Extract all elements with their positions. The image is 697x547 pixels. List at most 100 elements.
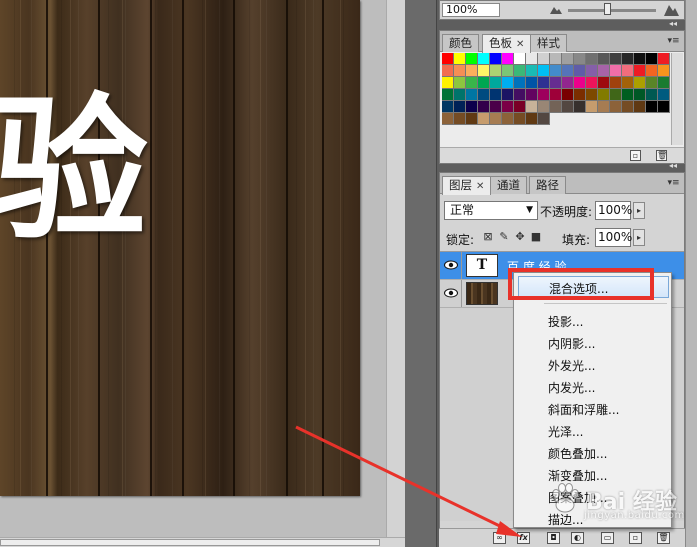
color-swatch[interactable]	[514, 65, 526, 77]
color-swatch[interactable]	[634, 53, 646, 65]
color-swatch[interactable]	[478, 101, 490, 113]
color-swatch[interactable]	[442, 53, 454, 65]
color-swatch[interactable]	[478, 53, 490, 65]
color-swatch[interactable]	[538, 53, 550, 65]
color-swatch[interactable]	[502, 65, 514, 77]
link-layers-icon[interactable]: ∞	[493, 532, 506, 544]
fill-slider-arrow-icon[interactable]: ▸	[633, 229, 645, 246]
color-swatch[interactable]	[454, 89, 466, 101]
tab-layers[interactable]: 图层 ✕	[442, 176, 492, 195]
color-swatch[interactable]	[586, 77, 598, 89]
menu-item-outer-glow[interactable]: 外发光...	[548, 357, 595, 374]
color-swatch[interactable]	[622, 65, 634, 77]
color-swatch[interactable]	[442, 65, 454, 77]
panel-menu-icon[interactable]: ▾≡	[667, 177, 680, 189]
color-swatch[interactable]	[610, 101, 622, 113]
color-swatch[interactable]	[454, 77, 466, 89]
color-swatch[interactable]	[502, 53, 514, 65]
color-swatch[interactable]	[658, 53, 670, 65]
blend-mode-select[interactable]: 正常 ▼	[444, 201, 538, 220]
color-swatch[interactable]	[454, 113, 466, 125]
fx-layer-style-icon[interactable]: fx	[517, 532, 530, 544]
new-layer-icon[interactable]: ▫	[629, 532, 642, 544]
tab-color[interactable]: 颜色	[442, 34, 479, 52]
color-swatch[interactable]	[562, 77, 574, 89]
color-swatch[interactable]	[466, 113, 478, 125]
lock-transparent-pixels-icon[interactable]: ⊠	[482, 231, 494, 243]
menu-item-satin[interactable]: 光泽...	[548, 423, 583, 440]
color-swatch[interactable]	[634, 101, 646, 113]
color-swatch[interactable]	[550, 101, 562, 113]
color-swatch[interactable]	[514, 77, 526, 89]
tab-paths[interactable]: 路径	[529, 176, 566, 194]
color-swatch[interactable]	[466, 77, 478, 89]
lock-position-icon[interactable]: ✥	[514, 231, 526, 243]
color-swatch[interactable]	[490, 89, 502, 101]
color-swatch[interactable]	[526, 53, 538, 65]
new-group-icon[interactable]: ▭	[601, 532, 614, 544]
panel-menu-icon[interactable]: ▾≡	[667, 35, 680, 47]
document-canvas-area[interactable]: 验	[0, 0, 405, 547]
color-swatch[interactable]	[586, 65, 598, 77]
fill-field[interactable]: 100%	[595, 228, 632, 247]
visibility-toggle[interactable]	[440, 252, 462, 279]
color-swatch[interactable]	[538, 101, 550, 113]
menu-item-drop-shadow[interactable]: 投影...	[548, 313, 583, 330]
color-swatch[interactable]	[502, 89, 514, 101]
color-swatch[interactable]	[658, 101, 670, 113]
color-swatch[interactable]	[622, 53, 634, 65]
color-swatch[interactable]	[562, 101, 574, 113]
color-swatch[interactable]	[538, 65, 550, 77]
color-swatch[interactable]	[646, 65, 658, 77]
color-swatch[interactable]	[490, 101, 502, 113]
color-swatch[interactable]	[634, 89, 646, 101]
zoom-level-field[interactable]: 100%	[442, 3, 500, 17]
color-swatch[interactable]	[658, 89, 670, 101]
color-swatch[interactable]	[526, 65, 538, 77]
color-swatch[interactable]	[634, 65, 646, 77]
zoom-slider-thumb[interactable]	[604, 3, 611, 15]
color-swatch[interactable]	[442, 113, 454, 125]
color-swatch[interactable]	[490, 53, 502, 65]
color-swatch[interactable]	[490, 113, 502, 125]
color-swatch[interactable]	[586, 101, 598, 113]
color-swatch[interactable]	[466, 65, 478, 77]
color-swatch[interactable]	[478, 77, 490, 89]
color-swatch[interactable]	[610, 65, 622, 77]
tab-channels[interactable]: 通道	[490, 176, 527, 194]
color-swatch[interactable]	[574, 65, 586, 77]
wood-texture-document[interactable]: 验	[0, 0, 360, 496]
color-swatch[interactable]	[514, 89, 526, 101]
color-swatch[interactable]	[586, 89, 598, 101]
menu-item-inner-glow[interactable]: 内发光...	[548, 379, 595, 396]
color-swatch[interactable]	[646, 77, 658, 89]
opacity-field[interactable]: 100%	[595, 201, 632, 220]
color-swatch[interactable]	[502, 101, 514, 113]
color-swatch[interactable]	[598, 89, 610, 101]
color-swatch[interactable]	[658, 65, 670, 77]
opacity-slider-arrow-icon[interactable]: ▸	[633, 202, 645, 219]
panel-collapse-icon[interactable]: ◂◂	[666, 161, 680, 171]
color-swatch[interactable]	[586, 53, 598, 65]
color-swatch[interactable]	[454, 53, 466, 65]
color-swatch[interactable]	[550, 77, 562, 89]
panel-collapse-icon[interactable]: ◂◂	[666, 19, 680, 29]
new-swatch-icon[interactable]: ▫	[630, 150, 641, 161]
color-swatch[interactable]	[562, 89, 574, 101]
color-swatch[interactable]	[622, 101, 634, 113]
color-swatch[interactable]	[610, 53, 622, 65]
menu-item-inner-shadow[interactable]: 内阴影...	[548, 335, 595, 352]
color-swatch[interactable]	[622, 89, 634, 101]
close-icon[interactable]: ✕	[476, 178, 484, 195]
lock-all-icon[interactable]: ■	[530, 231, 542, 243]
color-swatch[interactable]	[514, 53, 526, 65]
visibility-toggle[interactable]	[440, 280, 462, 307]
color-swatch[interactable]	[574, 77, 586, 89]
tab-styles[interactable]: 样式	[530, 34, 567, 52]
color-swatch[interactable]	[514, 113, 526, 125]
color-swatch[interactable]	[538, 89, 550, 101]
color-swatch[interactable]	[610, 89, 622, 101]
close-icon[interactable]: ✕	[516, 36, 524, 53]
color-swatch[interactable]	[502, 77, 514, 89]
color-swatch[interactable]	[526, 77, 538, 89]
